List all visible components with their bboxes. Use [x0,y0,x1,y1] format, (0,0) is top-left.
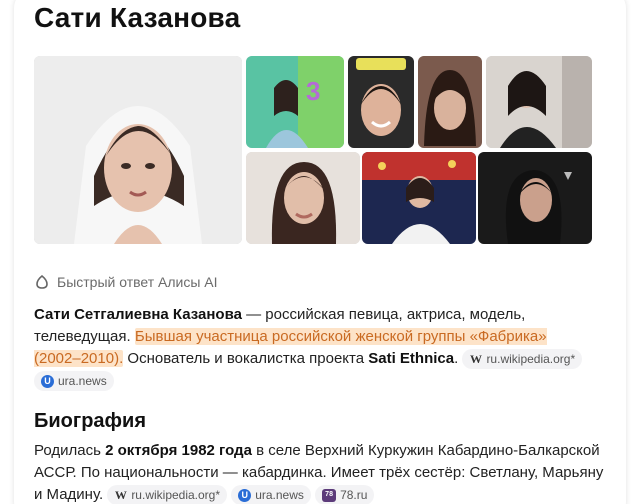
gallery-photo-1[interactable]: 3 [246,56,344,148]
78ru-icon: 78 [322,488,337,502]
page-title: Сати Казанова [34,2,241,33]
source-link-ura-news[interactable]: U ura.news [34,371,114,392]
source-label: ura.news [255,488,304,503]
wikipedia-icon: W [469,352,482,367]
source-link-78ru[interactable]: 78 78.ru [315,485,375,504]
gallery-photo-7[interactable] [478,152,592,244]
gallery-photo-3[interactable] [418,56,482,148]
alice-quick-answer-header: Быстрый ответ Алисы AI [34,272,218,292]
source-link-wikipedia[interactable]: W ru.wikipedia.org* [107,485,228,504]
biography-heading: Биография [34,410,147,432]
source-label: ura.news [58,374,107,389]
main-photo[interactable] [34,56,242,244]
gallery-photo-5[interactable] [246,152,360,244]
ura-news-icon: U [41,374,54,388]
source-link-wikipedia[interactable]: W ru.wikipedia.org* [462,349,583,370]
answer-end: . [454,350,459,367]
gallery-photo-2[interactable] [348,56,414,148]
ura-news-icon: U [238,488,252,502]
alice-icon [34,274,50,290]
person-full-name: Сати Сетгалиевна Казанова [34,306,242,323]
source-link-ura-news[interactable]: U ura.news [231,485,311,504]
answer-rest: Основатель и вокалистка проекта [123,350,369,367]
wikipedia-icon: W [114,488,127,503]
source-label: ru.wikipedia.org* [486,352,576,367]
alice-quick-answer-label: Быстрый ответ Алисы AI [57,274,218,290]
project-name: Sati Ethnica [368,350,455,367]
birth-date: 2 октября 1982 года [105,442,252,459]
bio-text-start: Родилась [34,442,106,459]
gallery-photo-4[interactable] [486,56,592,148]
svg-text:3: 3 [306,76,320,106]
quick-answer-text: Сати Сетгалиевна Казанова — российская п… [34,304,594,392]
source-label: ru.wikipedia.org* [131,488,221,503]
source-label: 78.ru [340,488,368,503]
gallery-photo-6[interactable] [362,152,476,244]
biography-text: Родилась 2 октября 1982 года в селе Верх… [34,440,604,504]
